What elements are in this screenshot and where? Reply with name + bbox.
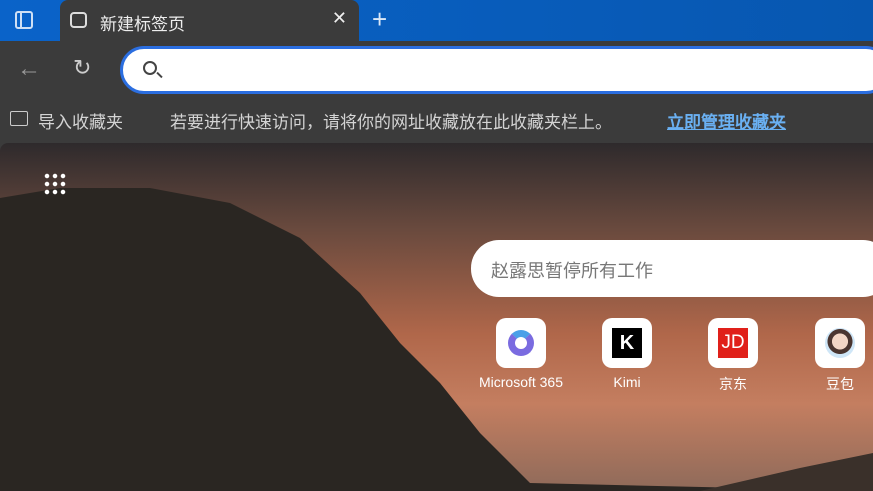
favorites-bar: 导入收藏夹 若要进行快速访问，请将你的网址收藏放在此收藏夹栏上。 立即管理收藏夹 — [0, 108, 873, 132]
tile-kimi[interactable]: K Kimi — [572, 318, 682, 390]
tile-label: Kimi — [613, 374, 641, 390]
jd-icon: JD — [708, 318, 758, 368]
import-favorites-button[interactable]: 导入收藏夹 — [38, 108, 123, 133]
background-mountain — [0, 188, 873, 491]
favorites-hint: 若要进行快速访问，请将你的网址收藏放在此收藏夹栏上。 — [170, 113, 612, 132]
folder-import-icon — [10, 111, 28, 126]
address-input[interactable] — [173, 57, 773, 75]
tile-label: Microsoft 365 — [478, 374, 564, 390]
tab-bar: 新建标签页 ✕ + — [0, 0, 873, 41]
web-search-box[interactable]: 赵露思暂停所有工作 — [471, 240, 873, 297]
close-tab-icon[interactable]: ✕ — [332, 8, 347, 29]
kimi-icon: K — [602, 318, 652, 368]
tab-actions-icon[interactable] — [15, 11, 33, 29]
new-tab-page: 赵露思暂停所有工作 Microsoft 365 K Kimi JD 京东 豆包 — [0, 143, 873, 491]
search-icon — [143, 61, 157, 75]
tile-doubao[interactable]: 豆包 — [785, 318, 873, 394]
apps-grid-icon[interactable] — [43, 172, 67, 196]
tab-new-tab[interactable]: 新建标签页 ✕ — [60, 0, 359, 41]
doubao-avatar-icon — [815, 318, 865, 368]
microsoft-365-icon — [496, 318, 546, 368]
tile-jd[interactable]: JD 京东 — [678, 318, 788, 394]
address-bar[interactable] — [120, 46, 873, 94]
manage-favorites-link[interactable]: 立即管理收藏夹 — [667, 108, 786, 133]
new-tab-button[interactable]: + — [372, 4, 387, 35]
tab-title: 新建标签页 — [100, 15, 185, 34]
new-tab-icon — [70, 12, 87, 28]
tile-label: 京东 — [719, 376, 747, 392]
back-button[interactable]: ← — [17, 55, 41, 83]
reload-button[interactable]: ↻ — [73, 55, 91, 81]
tile-microsoft-365[interactable]: Microsoft 365 — [466, 318, 576, 390]
tile-label: 豆包 — [826, 376, 854, 392]
